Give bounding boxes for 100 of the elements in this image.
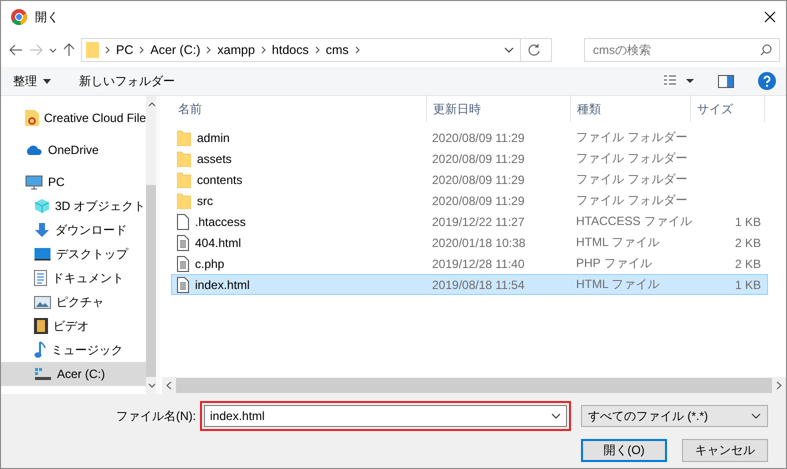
- table-cell-text: 1 KB: [734, 278, 762, 292]
- table-cell-text: HTML ファイル: [575, 276, 661, 293]
- chevron-down-icon[interactable]: [49, 48, 57, 52]
- image-icon: [34, 296, 51, 308]
- chevron-down-icon: [751, 413, 761, 419]
- table-cell-text: ファイル フォルダー: [575, 171, 688, 188]
- window-title: 開く: [35, 8, 60, 26]
- blank-file-icon: [177, 214, 189, 230]
- document-icon: [34, 270, 47, 286]
- column-header[interactable]: 更新日時: [427, 96, 571, 122]
- chevron-right-icon: [139, 46, 144, 54]
- file-row[interactable]: admin 2020/08/09 11:29 ファイル フォルダー: [171, 127, 768, 148]
- sidebar-item[interactable]: ドキュメント: [1, 266, 146, 290]
- folder-icon: [86, 42, 99, 58]
- file-row[interactable]: c.php 2019/12/28 11:40 PHP ファイル 2 KB: [171, 253, 768, 274]
- file-row[interactable]: contents 2020/08/09 11:29 ファイル フォルダー: [171, 169, 768, 190]
- sidebar-item[interactable]: 3D オブジェクト: [1, 194, 146, 218]
- file-name: 404.html: [195, 236, 242, 250]
- organize-button[interactable]: 整理: [11, 70, 53, 92]
- up-arrow-icon[interactable]: [63, 43, 75, 57]
- browser-logo-icon: [11, 9, 27, 25]
- table-cell-text: 2020/08/09 11:29: [431, 130, 526, 144]
- download-icon: [34, 222, 50, 238]
- chevron-right-icon: [206, 46, 212, 54]
- file-name: admin: [197, 130, 230, 144]
- sidebar-item[interactable]: ビデオ: [1, 314, 146, 338]
- file-type-dropdown[interactable]: すべてのファイル (*.*): [581, 405, 768, 427]
- column-header[interactable]: サイズ: [691, 96, 765, 122]
- address-bar[interactable]: PC Acer (C:) xampp htdocs cms: [81, 38, 552, 62]
- sidebar-item[interactable]: Acer (C:): [1, 362, 146, 386]
- sidebar-item[interactable]: ダウンロード: [1, 218, 146, 242]
- sidebar-item[interactable]: Creative Cloud File: [1, 106, 146, 130]
- close-icon[interactable]: [764, 11, 776, 23]
- path-segment[interactable]: htdocs: [272, 43, 309, 57]
- table-cell-text: 2 KB: [734, 236, 762, 250]
- desktop-icon: [34, 247, 51, 261]
- table-cell-text: ファイル フォルダー: [575, 129, 688, 146]
- search-field[interactable]: cmsの検索: [584, 38, 780, 62]
- chevron-right-icon: [354, 46, 360, 54]
- document-icon: [177, 234, 189, 250]
- cube-icon: [34, 198, 50, 214]
- open-button[interactable]: 開く(O): [581, 439, 667, 462]
- table-cell-text: HTML ファイル: [575, 234, 661, 251]
- filename-field[interactable]: index.html: [204, 405, 567, 427]
- column-header[interactable]: 種類: [571, 96, 691, 122]
- file-row[interactable]: 404.html 2020/01/18 10:38 HTML ファイル 2 KB: [171, 232, 768, 253]
- sidebar-item[interactable]: デスクトップ: [1, 242, 146, 266]
- cloud-icon: [25, 144, 43, 156]
- scroll-down-icon[interactable]: [148, 383, 156, 388]
- table-cell-text: 1 KB: [734, 214, 762, 228]
- file-row[interactable]: assets 2020/08/09 11:29 ファイル フォルダー: [171, 148, 768, 169]
- table-cell-text: 2019/12/28 11:40: [431, 256, 526, 270]
- file-row[interactable]: .htaccess 2019/12/22 11:27 HTACCESS ファイル 1 KB: [171, 211, 768, 232]
- table-cell-text: 2020/08/09 11:29: [431, 194, 526, 208]
- table-cell-text: 2020/08/09 11:29: [431, 152, 526, 166]
- table-cell-text: PHP ファイル: [575, 255, 653, 272]
- cancel-button[interactable]: キャンセル: [682, 439, 768, 462]
- table-cell-text: 2019/12/22 11:27: [431, 214, 526, 228]
- file-row[interactable]: index.html 2019/08/18 11:54 HTML ファイル 1 KB: [171, 274, 768, 295]
- help-icon[interactable]: [758, 72, 776, 90]
- drive-icon: [34, 367, 52, 381]
- document-icon: [177, 256, 189, 272]
- search-icon: [760, 44, 772, 56]
- scroll-up-icon[interactable]: [148, 102, 156, 107]
- table-cell-text: HTACCESS ファイル: [575, 213, 691, 230]
- scrollbar-thumb[interactable]: [176, 378, 772, 393]
- sidebar-item[interactable]: ピクチャ: [1, 290, 146, 314]
- folder-icon: [177, 150, 191, 166]
- folder-icon: [177, 172, 191, 188]
- path-segment[interactable]: xampp: [217, 43, 255, 57]
- sidebar-item[interactable]: ミュージック: [1, 338, 146, 362]
- path-segment[interactable]: Acer (C:): [150, 43, 200, 57]
- new-folder-button[interactable]: 新しいフォルダー: [77, 70, 177, 92]
- scroll-left-icon[interactable]: [166, 381, 172, 390]
- sidebar-item[interactable]: PC: [1, 170, 146, 194]
- path-segment[interactable]: cms: [326, 43, 349, 57]
- sidebar-item[interactable]: OneDrive: [1, 138, 146, 162]
- chevron-right-icon: [314, 46, 320, 54]
- scroll-right-icon[interactable]: [776, 381, 782, 390]
- table-cell-text: ファイル フォルダー: [575, 150, 688, 167]
- table-cell-text: 2019/08/18 11:54: [431, 278, 526, 292]
- preview-pane-icon[interactable]: [718, 74, 734, 88]
- chevron-down-icon: [551, 413, 561, 419]
- file-row[interactable]: src 2020/08/09 11:29 ファイル フォルダー: [171, 190, 768, 211]
- folder-icon: [177, 130, 191, 146]
- table-cell-text: 2 KB: [734, 256, 762, 270]
- file-name: src: [197, 194, 213, 208]
- back-arrow-icon[interactable]: [9, 44, 23, 56]
- computer-icon: [25, 174, 43, 190]
- path-segment[interactable]: PC: [116, 43, 134, 57]
- view-options-icon[interactable]: [664, 75, 694, 87]
- caret-icon: [43, 78, 51, 84]
- refresh-icon[interactable]: [527, 43, 541, 57]
- column-header[interactable]: 名前: [172, 96, 427, 122]
- document-icon: [177, 276, 189, 292]
- music-note-icon: [34, 341, 46, 359]
- chevron-right-icon: [260, 46, 266, 54]
- film-icon: [34, 318, 48, 334]
- table-cell-text: ファイル フォルダー: [575, 192, 688, 209]
- file-name: assets: [197, 152, 232, 166]
